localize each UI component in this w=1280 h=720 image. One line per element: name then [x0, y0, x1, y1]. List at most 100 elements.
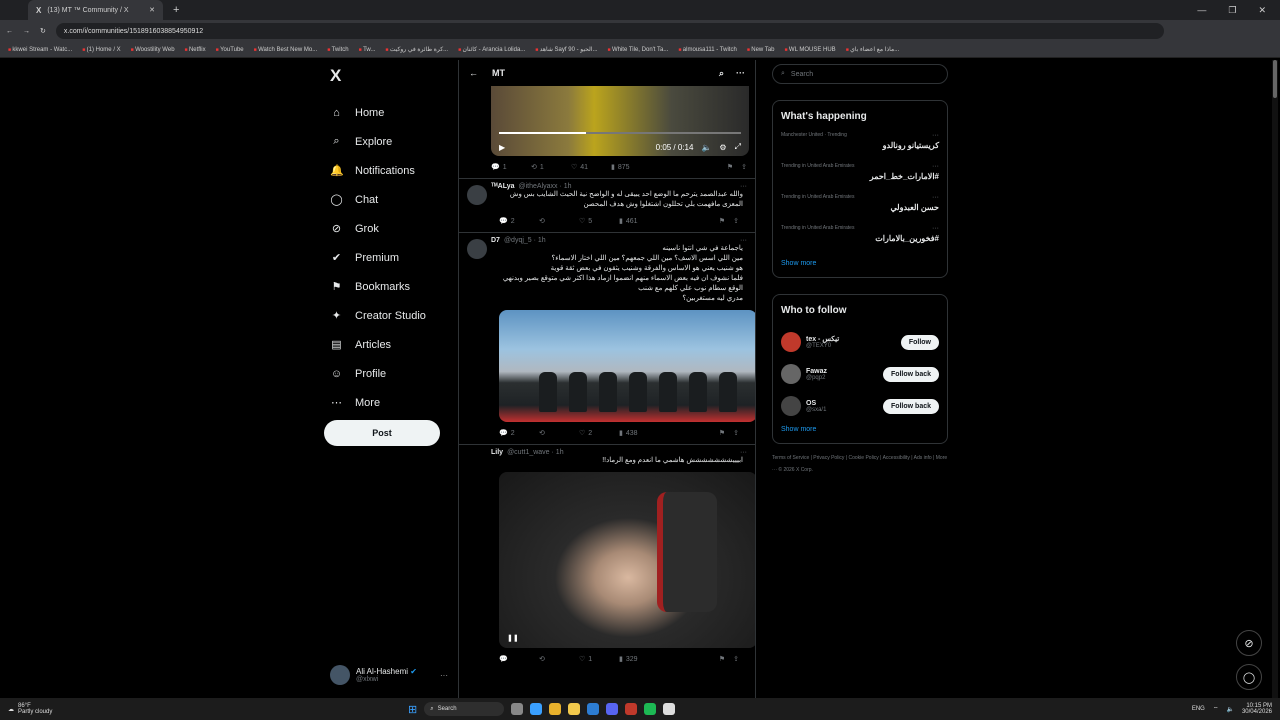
- follow-suggestion[interactable]: Fawaz @pqp2 Follow back: [781, 358, 939, 390]
- nav-item-home[interactable]: ⌂ Home: [324, 98, 448, 127]
- bookmark-item[interactable]: White Tile, Don't Ta...: [608, 47, 668, 53]
- suggestion-name[interactable]: tex - تيكس: [806, 335, 839, 343]
- tweet-more-icon[interactable]: ···: [740, 183, 747, 190]
- reload-icon[interactable]: ↻: [40, 27, 46, 35]
- avatar[interactable]: [781, 396, 801, 416]
- reply-button[interactable]: 💬: [499, 655, 539, 663]
- avatar[interactable]: [467, 185, 487, 205]
- nav-item-profile[interactable]: ☺ Profile: [324, 359, 448, 388]
- share-icon[interactable]: ⇪: [733, 429, 739, 437]
- volume-icon[interactable]: 🔈: [701, 143, 711, 152]
- settings-icon[interactable]: ⚙: [719, 143, 726, 152]
- bookmark-item[interactable]: almousa111 - Twitch: [678, 47, 737, 53]
- trend-item[interactable]: Manchester United · Trending كريستيانو رو…: [781, 132, 939, 163]
- nav-item-notifications[interactable]: 🔔 Notifications: [324, 156, 448, 185]
- bookmark-item[interactable]: Netflix: [185, 47, 206, 53]
- suggestion-name[interactable]: OS: [806, 400, 826, 407]
- show-more-link[interactable]: Show more: [781, 426, 939, 433]
- bookmark-icon[interactable]: ⚑: [719, 429, 725, 437]
- minimize-icon[interactable]: —: [1197, 5, 1206, 16]
- author-handle[interactable]: @dyqj_5 · 1h: [504, 237, 546, 244]
- tweet-more-icon[interactable]: ···: [740, 237, 747, 244]
- pause-icon[interactable]: ❚❚: [507, 634, 519, 642]
- bookmark-icon[interactable]: ⚑: [727, 163, 733, 171]
- bookmark-item[interactable]: WL MOUSE HUB: [784, 47, 836, 53]
- play-icon[interactable]: ▶: [499, 143, 505, 152]
- search-icon[interactable]: ⌕: [719, 68, 724, 79]
- share-icon[interactable]: ⇪: [733, 655, 739, 663]
- app-icon[interactable]: [625, 703, 638, 715]
- bookmark-item[interactable]: Woostility Web: [131, 47, 174, 53]
- trend-item[interactable]: Trending in United Arab Emirates حسن العب…: [781, 194, 939, 225]
- trend-more-icon[interactable]: ···: [932, 163, 939, 170]
- grok-icon[interactable]: ⊘: [1236, 630, 1262, 656]
- language-indicator[interactable]: ENG: [1192, 706, 1205, 712]
- taskview-icon[interactable]: [511, 703, 524, 715]
- nav-item-articles[interactable]: ▤ Articles: [324, 330, 448, 359]
- bookmark-item[interactable]: kkwei Stream - Watc...: [8, 47, 72, 53]
- bookmark-item[interactable]: کرة طائرة في روكيت...: [385, 46, 448, 53]
- bookmark-icon[interactable]: ⚑: [719, 655, 725, 663]
- reply-button[interactable]: 💬 2: [499, 217, 539, 226]
- trend-item[interactable]: Trending in United Arab Emirates #الامارا…: [781, 163, 939, 194]
- spotify-icon[interactable]: [644, 703, 657, 715]
- nav-item-explore[interactable]: ⌕ Explore: [324, 127, 448, 156]
- like-button[interactable]: ♡ 5: [579, 217, 619, 226]
- maximize-icon[interactable]: ❐: [1228, 5, 1236, 16]
- reply-button[interactable]: 💬 2: [499, 429, 539, 438]
- repost-button[interactable]: ⟲: [539, 429, 579, 437]
- tweet[interactable]: ᵀᴹALya @itheAlyaxx · 1h ··· والله عبدالص…: [459, 178, 755, 232]
- close-window-icon[interactable]: ✕: [1258, 5, 1266, 16]
- taskbar-search[interactable]: ⌕ Search: [424, 702, 505, 716]
- nav-item-grok[interactable]: ⊘ Grok: [324, 214, 448, 243]
- reply-button[interactable]: 💬 1: [491, 163, 531, 172]
- fullscreen-icon[interactable]: ⤢: [735, 142, 741, 152]
- follow-button[interactable]: Follow back: [882, 398, 939, 414]
- browser-tab[interactable]: X (13) MT ™ Community / X ✕: [28, 0, 163, 20]
- new-tab-icon[interactable]: +: [173, 4, 179, 16]
- like-button[interactable]: ♡ 41: [571, 163, 611, 172]
- tweet-image[interactable]: [499, 310, 755, 422]
- author-name[interactable]: Lily: [491, 449, 503, 456]
- author-handle[interactable]: @cutt1_wave · 1h: [507, 449, 564, 456]
- follow-suggestion[interactable]: OS @sxa/1 Follow back: [781, 390, 939, 422]
- author-name[interactable]: D7: [491, 237, 500, 244]
- bookmark-icon[interactable]: ⚑: [719, 217, 725, 225]
- back-icon[interactable]: ←: [6, 28, 13, 35]
- notepad-icon[interactable]: [663, 703, 676, 715]
- avatar[interactable]: [467, 239, 487, 259]
- avatar[interactable]: [781, 364, 801, 384]
- nav-item-creator-studio[interactable]: ✦ Creator Studio: [324, 301, 448, 330]
- bookmark-item[interactable]: (1) Home / X: [82, 47, 121, 53]
- suggestion-name[interactable]: Fawaz: [806, 368, 827, 375]
- more-icon[interactable]: ···: [736, 68, 745, 79]
- share-icon[interactable]: ⇪: [733, 217, 739, 225]
- follow-suggestion[interactable]: tex - تيكس @TEXY0 Follow: [781, 326, 939, 358]
- views-count[interactable]: ▮ 329: [619, 655, 659, 664]
- start-icon[interactable]: ⊞: [408, 703, 417, 716]
- bookmark-item[interactable]: Watch Best New Mo...: [254, 47, 317, 53]
- share-icon[interactable]: ⇪: [741, 163, 747, 171]
- footer-links[interactable]: Terms of Service | Privacy Policy | Cook…: [772, 452, 948, 476]
- avatar[interactable]: [781, 332, 801, 352]
- tweet[interactable]: Lily @cutt1_wave · 1h ··· ابيييششششششش ه…: [459, 444, 755, 670]
- views-count[interactable]: ▮ 875: [611, 163, 651, 172]
- address-bar[interactable]: x.com/i/communities/1518916038854950912: [55, 23, 1164, 39]
- bookmark-item[interactable]: Tw...: [359, 47, 375, 53]
- store-icon[interactable]: [587, 703, 600, 715]
- edge-icon[interactable]: [530, 703, 543, 715]
- clock[interactable]: 10:15 PM 30/04/2026: [1242, 703, 1272, 715]
- messages-icon[interactable]: ◯: [1236, 664, 1262, 690]
- volume-icon[interactable]: 🔈: [1226, 706, 1233, 713]
- trend-more-icon[interactable]: ···: [932, 194, 939, 201]
- back-arrow-icon[interactable]: ←: [469, 68, 478, 78]
- scrollbar[interactable]: [1272, 60, 1278, 700]
- repost-button[interactable]: ⟲ 1: [531, 163, 571, 172]
- bookmark-item[interactable]: ماذا مع اعضاء باي...: [846, 46, 899, 53]
- explorer-icon[interactable]: [568, 703, 581, 715]
- weather-widget[interactable]: ☁ 86°F Partly cloudy: [8, 703, 408, 715]
- video-player[interactable]: ▶ 0:05 / 0:14 🔈 ⚙ ⤢: [491, 86, 749, 156]
- bookmark-item[interactable]: New Tab: [747, 47, 774, 53]
- nav-item-chat[interactable]: ◯ Chat: [324, 185, 448, 214]
- trend-more-icon[interactable]: ···: [932, 132, 939, 139]
